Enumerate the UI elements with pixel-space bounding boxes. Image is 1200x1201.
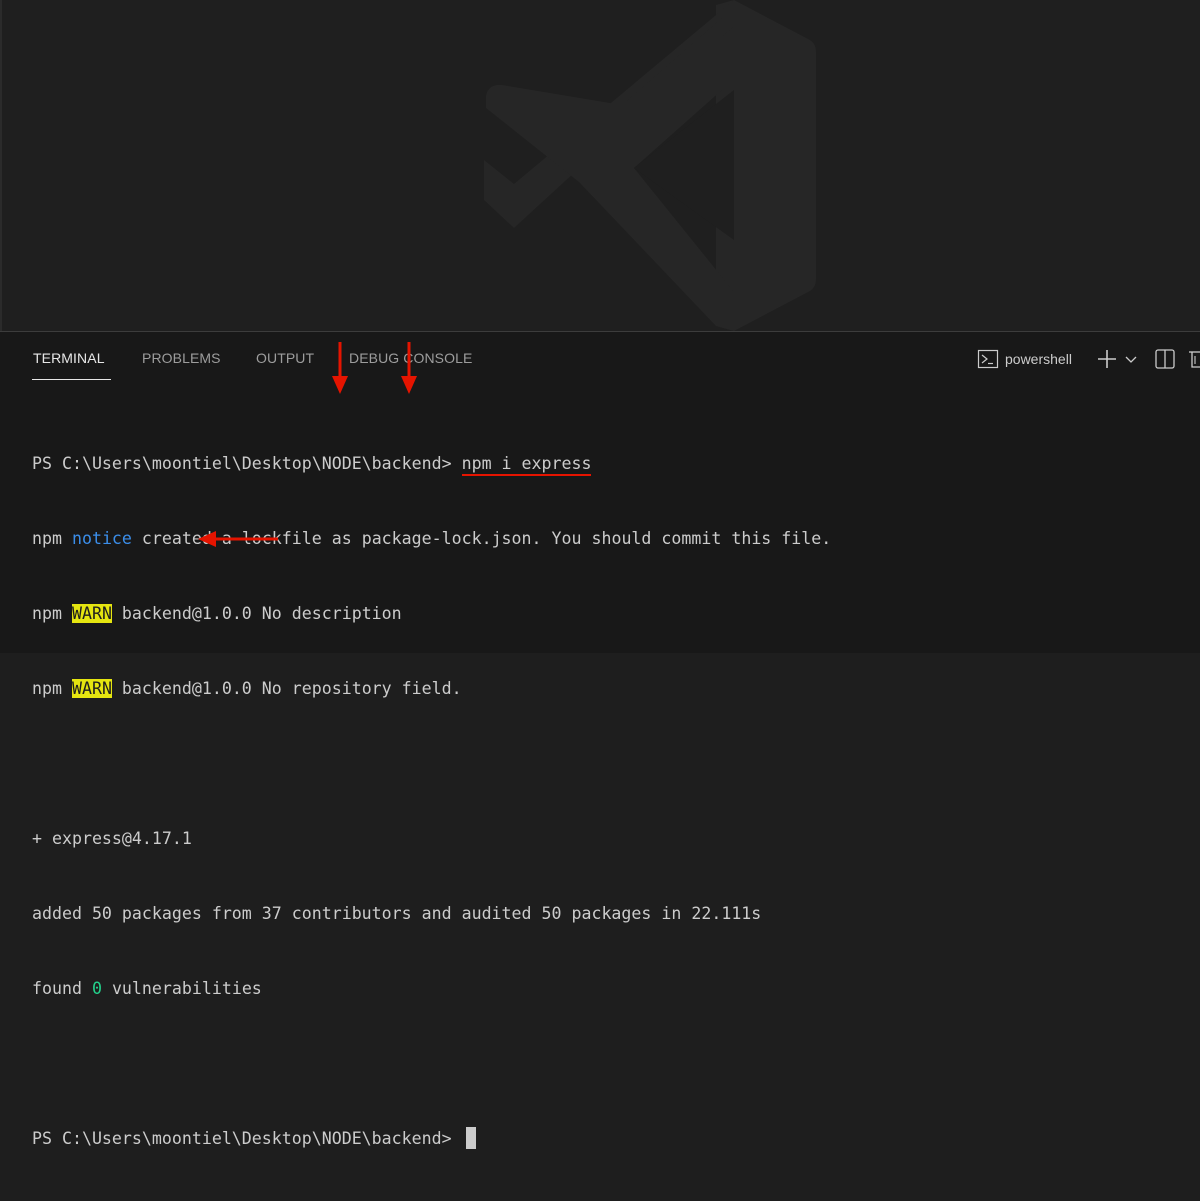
found-prefix: found xyxy=(32,979,92,998)
terminal-line-command: PS C:\Users\moontiel\Desktop\NODE\backen… xyxy=(32,451,1192,476)
vulnerability-count: 0 xyxy=(91,979,102,998)
npm-prefix: npm xyxy=(32,604,72,623)
terminal-line-summary: added 50 packages from 37 contributors a… xyxy=(32,901,1192,926)
terminal-line-vulnerabilities: found 0 vulnerabilities xyxy=(32,976,1192,1001)
editor-area xyxy=(0,0,1200,331)
tab-problems[interactable]: PROBLEMS xyxy=(142,350,221,366)
npm-prefix: npm xyxy=(32,679,72,698)
terminal-panel: TERMINAL PROBLEMS OUTPUT DEBUG CONSOLE p… xyxy=(0,332,1200,1149)
found-suffix: vulnerabilities xyxy=(101,979,262,998)
prompt: PS C:\Users\moontiel\Desktop\NODE\backen… xyxy=(32,1129,462,1148)
annotation-arrow-down-icon xyxy=(332,342,348,394)
terminal-line-prompt: PS C:\Users\moontiel\Desktop\NODE\backen… xyxy=(32,1126,1192,1151)
terminal-line-warn-1: npm WARN backend@1.0.0 No description xyxy=(32,601,1192,626)
shell-label: powershell xyxy=(1005,351,1072,367)
warn-badge: WARN xyxy=(71,679,112,698)
annotation-arrow-left-icon xyxy=(198,531,278,547)
tab-output[interactable]: OUTPUT xyxy=(256,350,314,366)
install-summary: added 50 packages from 37 contributors a… xyxy=(32,904,762,923)
tab-terminal[interactable]: TERMINAL xyxy=(33,350,105,366)
warn-text: backend@1.0.0 No repository field. xyxy=(111,679,462,698)
notice-label: notice xyxy=(71,529,132,548)
plus-icon xyxy=(1098,350,1116,368)
warn-badge: WARN xyxy=(71,604,112,623)
npm-prefix: npm xyxy=(32,529,72,548)
editor-left-border xyxy=(0,0,2,331)
terminal-line-warn-2: npm WARN backend@1.0.0 No repository fie… xyxy=(32,676,1192,701)
split-icon xyxy=(1155,349,1175,369)
terminal-output[interactable]: PS C:\Users\moontiel\Desktop\NODE\backen… xyxy=(32,401,1192,1201)
terminal-powershell-icon xyxy=(977,349,999,369)
chevron-down-icon xyxy=(1125,356,1137,363)
shell-selector[interactable]: powershell xyxy=(977,346,1072,372)
command-text: npm i express xyxy=(461,454,592,476)
vscode-logo-watermark-icon xyxy=(484,0,816,331)
terminal-line-installed: + express@4.17.1 xyxy=(32,826,1192,851)
active-tab-indicator xyxy=(32,379,111,380)
split-terminal-button[interactable] xyxy=(1154,346,1176,372)
new-terminal-button[interactable] xyxy=(1096,346,1118,372)
annotation-arrow-down-icon xyxy=(401,342,417,394)
prompt: PS C:\Users\moontiel\Desktop\NODE\backen… xyxy=(32,454,462,473)
installed-package: + express@4.17.1 xyxy=(32,829,192,848)
terminal-dropdown-button[interactable] xyxy=(1124,346,1138,372)
trash-icon xyxy=(1189,351,1200,368)
kill-terminal-button[interactable] xyxy=(1189,346,1200,372)
warn-text: backend@1.0.0 No description xyxy=(111,604,402,623)
terminal-cursor xyxy=(465,1127,476,1149)
